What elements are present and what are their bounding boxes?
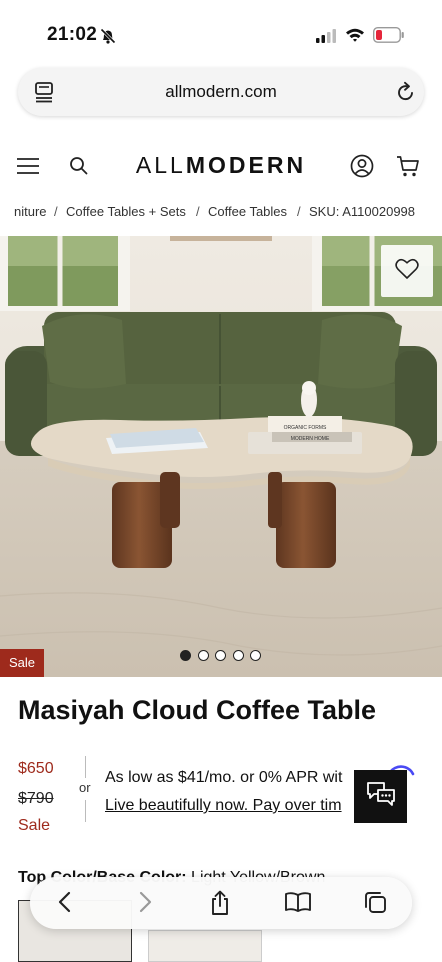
wifi-icon [345,27,365,48]
book-label-2: MODERN HOME [291,436,330,442]
battery-icon [372,26,405,48]
breadcrumb-item-coffee-tables[interactable]: Coffee Tables [208,204,287,219]
site-logo[interactable]: ALLMODERN [0,152,442,179]
option-swatch[interactable] [148,930,262,962]
carousel-dot[interactable] [215,650,226,661]
breadcrumb: niture / Coffee Tables + Sets / Coffee T… [0,204,442,224]
sale-badge: Sale [0,649,45,677]
financing-text: As low as $41/mo. or 0% APR wit [105,769,343,786]
status-bar: 21:02 [0,0,442,64]
browser-toolbar [30,877,412,929]
reload-icon[interactable] [396,81,416,108]
price-original: $790 [18,790,54,807]
tabs-overview-icon[interactable] [363,890,389,921]
chat-button[interactable] [354,770,407,823]
carousel-dot[interactable] [198,650,209,661]
forward-icon[interactable] [134,890,156,919]
status-time: 21:02 [47,24,98,45]
bookmarks-icon[interactable] [284,890,312,919]
wishlist-button[interactable] [381,245,433,297]
breadcrumb-sku: SKU: A110020998 [309,204,416,219]
breadcrumb-item-furniture[interactable]: niture [14,204,47,219]
breadcrumb-item-coffee-tables-sets[interactable]: Coffee Tables + Sets [66,204,186,219]
share-icon[interactable] [208,890,232,921]
url-text[interactable]: allmodern.com [18,82,424,102]
breadcrumb-separator: / [54,204,58,219]
logo-light: ALL [135,152,186,178]
back-icon[interactable] [54,890,76,919]
signal-icon [316,29,338,48]
product-image[interactable]: ORGANIC FORMS MODERN HOME [0,236,442,677]
price-or-label: or [79,780,91,795]
breadcrumb-separator: / [196,204,200,219]
book-label-1: ORGANIC FORMS [284,425,327,431]
address-bar[interactable]: allmodern.com [18,68,424,116]
bell-slash-icon [99,27,117,50]
site-header: ALLMODERN [0,140,442,192]
chat-icon [366,780,396,813]
price-sale-label: Sale [18,817,51,834]
financing-link[interactable]: Live beautifully now. Pay over tim [105,797,355,815]
carousel-dot[interactable] [180,650,191,661]
divider [85,756,86,778]
carousel-dot[interactable] [233,650,244,661]
cart-icon[interactable] [396,154,420,183]
account-icon[interactable] [350,154,374,183]
product-title: Masiyah Cloud Coffee Table [18,695,377,725]
heart-icon [395,258,419,285]
carousel-dot[interactable] [250,650,261,661]
breadcrumb-separator: / [297,204,301,219]
logo-bold: MODERN [185,152,307,178]
divider [85,800,86,822]
price-current: $650 [18,760,54,777]
product-photo: ORGANIC FORMS MODERN HOME [0,236,442,677]
